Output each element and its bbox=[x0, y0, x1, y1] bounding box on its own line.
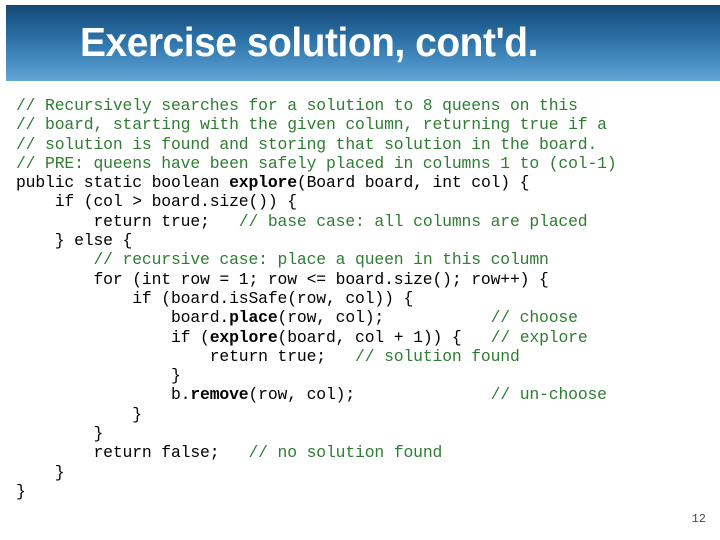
title-banner: Exercise solution, cont'd. bbox=[6, 5, 720, 81]
code-text: if (col > board.size()) { bbox=[16, 192, 297, 212]
code-text: (board, col + 1)) { bbox=[277, 327, 491, 347]
code-text: (Board board, int col) { bbox=[296, 173, 530, 193]
slide: Exercise solution, cont'd. // Recursivel… bbox=[0, 0, 720, 540]
code-text: } bbox=[16, 462, 65, 482]
code-comment: // explore bbox=[490, 327, 588, 347]
code-keyword: explore bbox=[209, 327, 278, 347]
code-line: if (explore(board, col + 1)) { // explor… bbox=[16, 328, 716, 347]
code-text: return true; bbox=[16, 211, 239, 231]
code-comment: // no solution found bbox=[248, 443, 443, 463]
code-comment: // choose bbox=[490, 308, 578, 328]
code-comment: // solution is found and storing that so… bbox=[16, 134, 598, 154]
code-line: } bbox=[16, 482, 716, 501]
code-text: } bbox=[16, 481, 26, 501]
code-line: return true; // solution found bbox=[16, 347, 716, 366]
code-text: } bbox=[16, 366, 181, 386]
code-line: return false; // no solution found bbox=[16, 443, 716, 462]
code-line: // board, starting with the given column… bbox=[16, 115, 716, 134]
code-comment: // base case: all columns are placed bbox=[238, 211, 588, 231]
code-block: // Recursively searches for a solution t… bbox=[16, 96, 716, 501]
code-line: } bbox=[16, 463, 716, 482]
code-line: // PRE: queens have been safely placed i… bbox=[16, 154, 716, 173]
code-line: public static boolean explore(Board boar… bbox=[16, 173, 716, 192]
code-keyword: remove bbox=[190, 385, 249, 405]
code-text: (row, col); bbox=[277, 308, 491, 328]
code-text: return true; bbox=[16, 346, 356, 366]
code-text: public static boolean bbox=[16, 173, 230, 193]
code-comment: // un-choose bbox=[490, 385, 607, 405]
code-line: // Recursively searches for a solution t… bbox=[16, 96, 716, 115]
code-text: for (int row = 1; row <= board.size(); r… bbox=[16, 269, 549, 289]
code-keyword: place bbox=[229, 308, 278, 328]
page-title: Exercise solution, cont'd. bbox=[80, 19, 538, 65]
code-line: b.remove(row, col); // un-choose bbox=[16, 385, 716, 404]
code-text: if (board.isSafe(row, col)) { bbox=[16, 288, 414, 308]
code-text: (row, col); bbox=[248, 385, 491, 405]
code-comment: // solution found bbox=[355, 346, 520, 366]
code-text: } else { bbox=[16, 231, 133, 251]
code-keyword: explore bbox=[229, 173, 297, 193]
code-line: // recursive case: place a queen in this… bbox=[16, 250, 716, 269]
code-line: for (int row = 1; row <= board.size(); r… bbox=[16, 270, 716, 289]
code-text: } bbox=[16, 404, 142, 424]
code-line: } else { bbox=[16, 231, 716, 250]
code-line: } bbox=[16, 405, 716, 424]
code-line: // solution is found and storing that so… bbox=[16, 135, 716, 154]
code-text: return false; bbox=[16, 443, 249, 463]
code-comment: // Recursively searches for a solution t… bbox=[16, 96, 578, 115]
page-number: 12 bbox=[691, 512, 706, 526]
code-text: board. bbox=[16, 308, 230, 328]
code-line: } bbox=[16, 366, 716, 385]
code-line: return true; // base case: all columns a… bbox=[16, 212, 716, 231]
code-text: b. bbox=[16, 385, 191, 405]
code-text: if ( bbox=[16, 327, 210, 347]
code-line: if (board.isSafe(row, col)) { bbox=[16, 289, 716, 308]
code-text: } bbox=[16, 424, 104, 444]
code-comment: // recursive case: place a queen in this… bbox=[93, 250, 549, 270]
code-line: } bbox=[16, 424, 716, 443]
code-line: if (col > board.size()) { bbox=[16, 192, 716, 211]
code-comment: // board, starting with the given column… bbox=[16, 115, 607, 135]
code-comment: // PRE: queens have been safely placed i… bbox=[16, 153, 617, 173]
code-line: board.place(row, col); // choose bbox=[16, 308, 716, 327]
